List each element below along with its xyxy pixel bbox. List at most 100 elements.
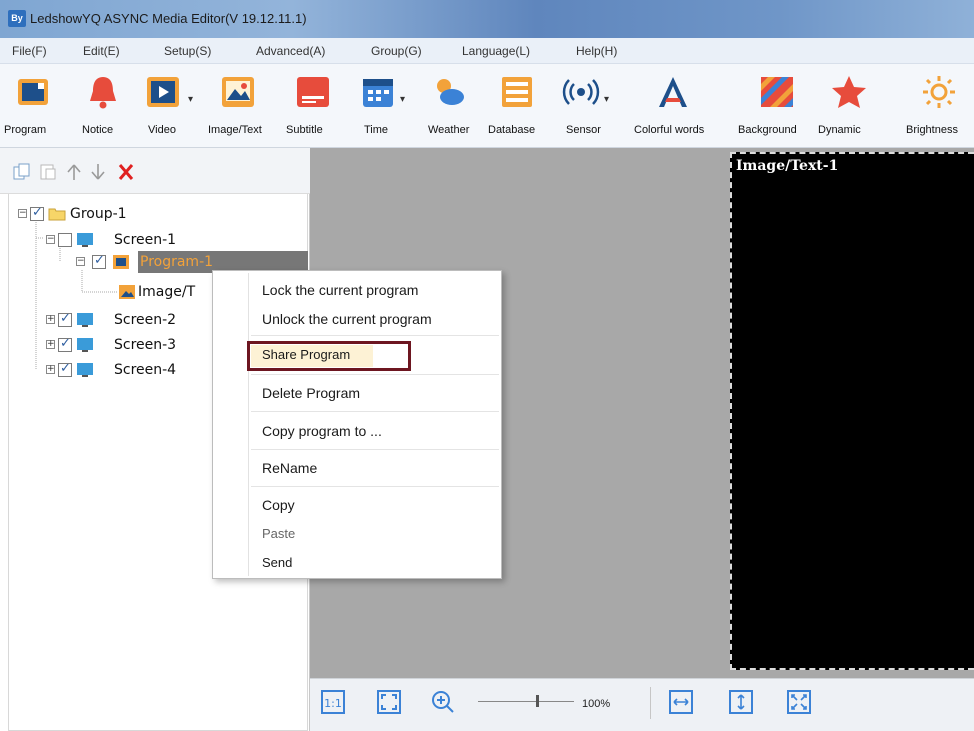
context-menu: Lock the current program Unlock the curr… xyxy=(212,270,502,579)
image-icon xyxy=(119,285,135,299)
screen-1-checkbox[interactable] xyxy=(58,233,72,247)
menu-language[interactable]: Language(L) xyxy=(462,44,530,58)
led-area-title: Image/Text-1 xyxy=(736,158,839,174)
group-label: Group-1 xyxy=(70,206,127,222)
colorful-words-label: Colorful words xyxy=(634,124,705,136)
screen-2-label: Screen-2 xyxy=(114,312,177,328)
database-icon xyxy=(502,77,532,107)
bell-icon xyxy=(90,77,116,109)
tree-node-screen-1[interactable]: − Screen-1 xyxy=(46,230,206,252)
toolbar-divider xyxy=(650,687,651,719)
time-label: Time xyxy=(364,124,389,136)
database-button[interactable]: Database xyxy=(488,72,552,144)
menu-advanced[interactable]: Advanced(A) xyxy=(256,44,325,58)
subtitle-icon xyxy=(297,77,329,107)
folder-icon xyxy=(48,208,66,221)
colorful-words-button[interactable]: Colorful words xyxy=(634,72,714,144)
image-text-button[interactable]: Image/Text xyxy=(206,72,270,144)
zoom-in-icon[interactable] xyxy=(430,689,456,715)
screen-icon xyxy=(77,338,93,352)
fit-window-icon[interactable] xyxy=(376,689,402,715)
program-1-checkbox[interactable] xyxy=(92,253,106,269)
dynamic-label: Dynamic xyxy=(818,124,861,136)
menu-separator xyxy=(251,335,499,336)
video-icon xyxy=(147,77,179,107)
lock-program-menu-item[interactable]: Lock the current program xyxy=(262,282,418,298)
app-logo-icon: By xyxy=(8,10,26,27)
background-label: Background xyxy=(738,124,797,136)
expand-toggle-icon[interactable]: + xyxy=(46,365,55,374)
fit-width-icon[interactable] xyxy=(668,689,694,715)
unlock-program-menu-item[interactable]: Unlock the current program xyxy=(262,311,432,327)
sensor-icon xyxy=(562,79,600,105)
menu-setup[interactable]: Setup(S) xyxy=(164,44,211,58)
collapse-toggle-icon[interactable]: − xyxy=(46,235,55,244)
collapse-toggle-icon[interactable]: − xyxy=(76,257,85,266)
subtitle-label: Subtitle xyxy=(286,124,323,136)
colorful-words-icon xyxy=(659,77,687,107)
menu-help[interactable]: Help(H) xyxy=(576,44,617,58)
video-label: Video xyxy=(148,124,176,136)
delete-icon[interactable] xyxy=(116,163,136,181)
image-text-label: Image/Text xyxy=(208,124,262,136)
arrow-down-icon[interactable] xyxy=(88,163,108,181)
menu-separator xyxy=(251,486,499,487)
tree-node-screen-3[interactable]: + Screen-3 xyxy=(46,335,206,357)
send-menu-item[interactable]: Send xyxy=(262,555,292,570)
notice-button[interactable]: Notice xyxy=(80,72,126,144)
menu-edit[interactable]: Edit(E) xyxy=(83,44,120,58)
sensor-button[interactable]: ▾ Sensor xyxy=(560,72,630,144)
share-program-annotation-box xyxy=(247,341,411,371)
video-dropdown-icon[interactable]: ▾ xyxy=(188,94,193,105)
tree-node-screen-4[interactable]: + Screen-4 xyxy=(46,360,206,382)
dynamic-button[interactable]: Dynamic xyxy=(818,72,878,144)
screen-icon xyxy=(77,363,93,377)
fit-height-icon[interactable] xyxy=(728,689,754,715)
tree-node-group-1[interactable]: − Group-1 xyxy=(18,204,178,226)
rename-menu-item[interactable]: ReName xyxy=(262,460,317,476)
tree-node-image-text[interactable]: Image/T xyxy=(118,282,218,304)
title-bar: By LedshowYQ ASYNC Media Editor(V 19.12.… xyxy=(0,0,974,38)
group-checkbox[interactable] xyxy=(30,205,44,221)
menu-gutter xyxy=(248,273,249,576)
brightness-button[interactable]: Brightness xyxy=(906,72,974,144)
zoom-slider-thumb[interactable] xyxy=(536,695,539,707)
screen-3-checkbox[interactable] xyxy=(58,336,72,352)
arrow-up-icon[interactable] xyxy=(64,163,84,181)
copy-program-to-menu-item[interactable]: Copy program to ... xyxy=(262,423,382,439)
paste-menu-item[interactable]: Paste xyxy=(262,526,295,541)
collapse-toggle-icon[interactable]: − xyxy=(18,209,27,218)
sensor-dropdown-icon[interactable]: ▾ xyxy=(604,94,609,105)
menu-group[interactable]: Group(G) xyxy=(371,44,422,58)
actual-size-icon[interactable]: 1:1 xyxy=(320,689,346,715)
zoom-slider-track[interactable] xyxy=(478,701,574,702)
time-dropdown-icon[interactable]: ▾ xyxy=(400,94,405,105)
led-screen-preview[interactable]: Image/Text-1 xyxy=(730,152,974,670)
expand-toggle-icon[interactable]: + xyxy=(46,340,55,349)
paste-icon[interactable] xyxy=(38,163,58,181)
background-button[interactable]: Background xyxy=(738,72,814,144)
image-text-node-label: Image/T xyxy=(138,284,196,300)
image-icon xyxy=(222,77,254,107)
menu-file[interactable]: File(F) xyxy=(12,44,47,58)
subtitle-button[interactable]: Subtitle xyxy=(286,72,346,144)
copy-icon[interactable] xyxy=(12,163,32,181)
menu-bar: File(F) Edit(E) Setup(S) Advanced(A) Gro… xyxy=(0,38,974,64)
weather-button[interactable]: Weather xyxy=(420,72,480,144)
screen-4-checkbox[interactable] xyxy=(58,361,72,377)
time-button[interactable]: ▾ Time xyxy=(356,72,412,144)
program-icon xyxy=(113,255,129,269)
zoom-level: 100% xyxy=(582,698,611,710)
video-button[interactable]: ▾ Video xyxy=(144,72,204,144)
screen-2-checkbox[interactable] xyxy=(58,311,72,327)
delete-program-menu-item[interactable]: Delete Program xyxy=(262,385,360,401)
star-icon xyxy=(832,76,866,108)
tree-node-screen-2[interactable]: + Screen-2 xyxy=(46,310,206,332)
calendar-icon xyxy=(363,79,393,107)
canvas-toolbar: 1:1 100% xyxy=(310,678,974,731)
program-1-label: Program-1 xyxy=(140,254,214,270)
copy-menu-item[interactable]: Copy xyxy=(262,497,295,513)
program-button[interactable]: Program xyxy=(4,72,56,144)
fullscreen-icon[interactable] xyxy=(786,689,812,715)
expand-toggle-icon[interactable]: + xyxy=(46,315,55,324)
